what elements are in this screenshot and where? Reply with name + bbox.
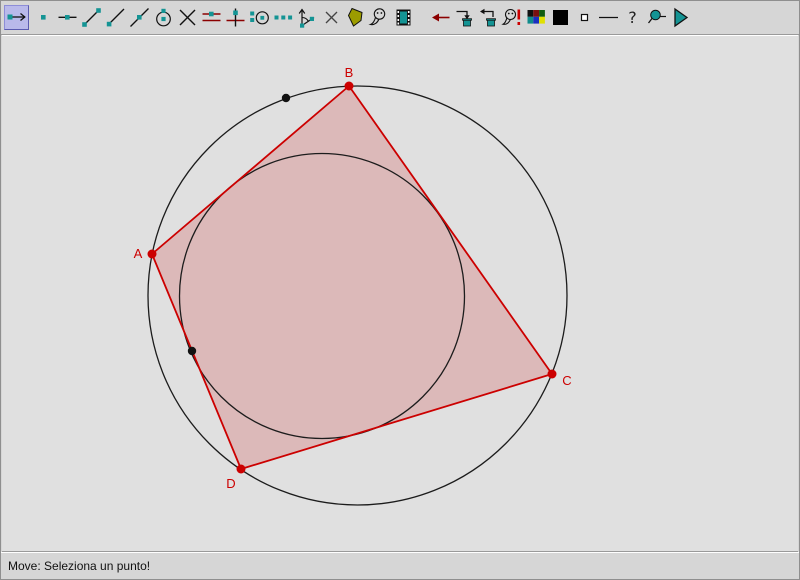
toolbar: ? [1,1,799,35]
aux-point-2[interactable] [188,347,196,355]
point-A[interactable] [148,250,157,259]
color-black-tool-button[interactable] [548,6,572,30]
parallel-tool-button[interactable] [199,6,223,30]
point-tool-button[interactable] [31,6,55,30]
point-icon [32,6,55,29]
delete-objects-tool-button[interactable] [452,6,476,30]
angle-tool-button[interactable] [295,6,319,30]
label-A: A [134,246,143,261]
text-ghost-tool-button[interactable] [367,6,391,30]
aux-point-1[interactable] [282,94,290,102]
segment-icon [80,6,103,29]
move-icon [5,6,28,29]
status-text: Move: Seleziona un punto! [8,559,150,573]
comment-warning-icon [501,6,524,29]
status-bar: Move: Seleziona un punto! [1,552,799,579]
help-icon: ? [621,6,644,29]
animate-tool-button[interactable] [668,6,692,30]
line-tool-button[interactable] [127,6,151,30]
label-C: C [562,373,571,388]
move-tool-button[interactable] [4,5,29,30]
polygon-tool-button[interactable] [343,6,367,30]
macro-film-tool-button[interactable] [391,6,415,30]
compass-tool-button[interactable] [247,6,271,30]
ray-tool-button[interactable] [103,6,127,30]
point-B[interactable] [345,82,354,91]
segment-tool-button[interactable] [79,6,103,30]
comment-warning-tool-button[interactable] [500,6,524,30]
parallel-icon [200,6,223,29]
intersection-icon [176,6,199,29]
color-palette-tool-button[interactable] [524,6,548,30]
help-tool-button[interactable]: ? [620,6,644,30]
app-window: ? A B C D Move: Seleziona un punto! [0,0,800,580]
undo-icon [429,6,452,29]
delete-tool-button[interactable] [319,6,343,30]
restore-objects-icon [477,6,500,29]
line-style-icon [597,6,620,29]
compass-icon [248,6,271,29]
svg-text:?: ? [628,8,637,27]
color-black-icon [549,6,572,29]
geometry-svg: A B C D [2,36,798,551]
ray-icon [104,6,127,29]
animate-icon [669,6,692,29]
delete-icon [320,6,343,29]
label-B: B [345,65,354,80]
color-palette-icon [525,6,548,29]
angle-icon [296,6,319,29]
polygon-icon [344,6,367,29]
restore-objects-tool-button[interactable] [476,6,500,30]
fixed-values-tool-button[interactable] [271,6,295,30]
quadrilateral-fill[interactable] [152,86,552,469]
perpendicular-tool-button[interactable] [223,6,247,30]
perpendicular-icon [224,6,247,29]
text-ghost-icon [368,6,391,29]
horizontal-segment-icon [56,6,79,29]
line-icon [128,6,151,29]
point-C[interactable] [548,370,557,379]
circle-icon [152,6,175,29]
undo-tool-button[interactable] [428,6,452,30]
circle-tool-button[interactable] [151,6,175,30]
point-D[interactable] [237,465,246,474]
line-style-tool-button[interactable] [596,6,620,30]
drawing-canvas[interactable]: A B C D [2,35,798,552]
horizontal-segment-tool-button[interactable] [55,6,79,30]
point-style-icon [573,6,596,29]
label-D: D [226,476,235,491]
fixed-values-icon [272,6,295,29]
hide-object-tool-button[interactable] [644,6,668,30]
macro-film-icon [392,6,415,29]
point-style-tool-button[interactable] [572,6,596,30]
delete-objects-icon [453,6,476,29]
intersection-tool-button[interactable] [175,6,199,30]
hide-object-icon [645,6,668,29]
